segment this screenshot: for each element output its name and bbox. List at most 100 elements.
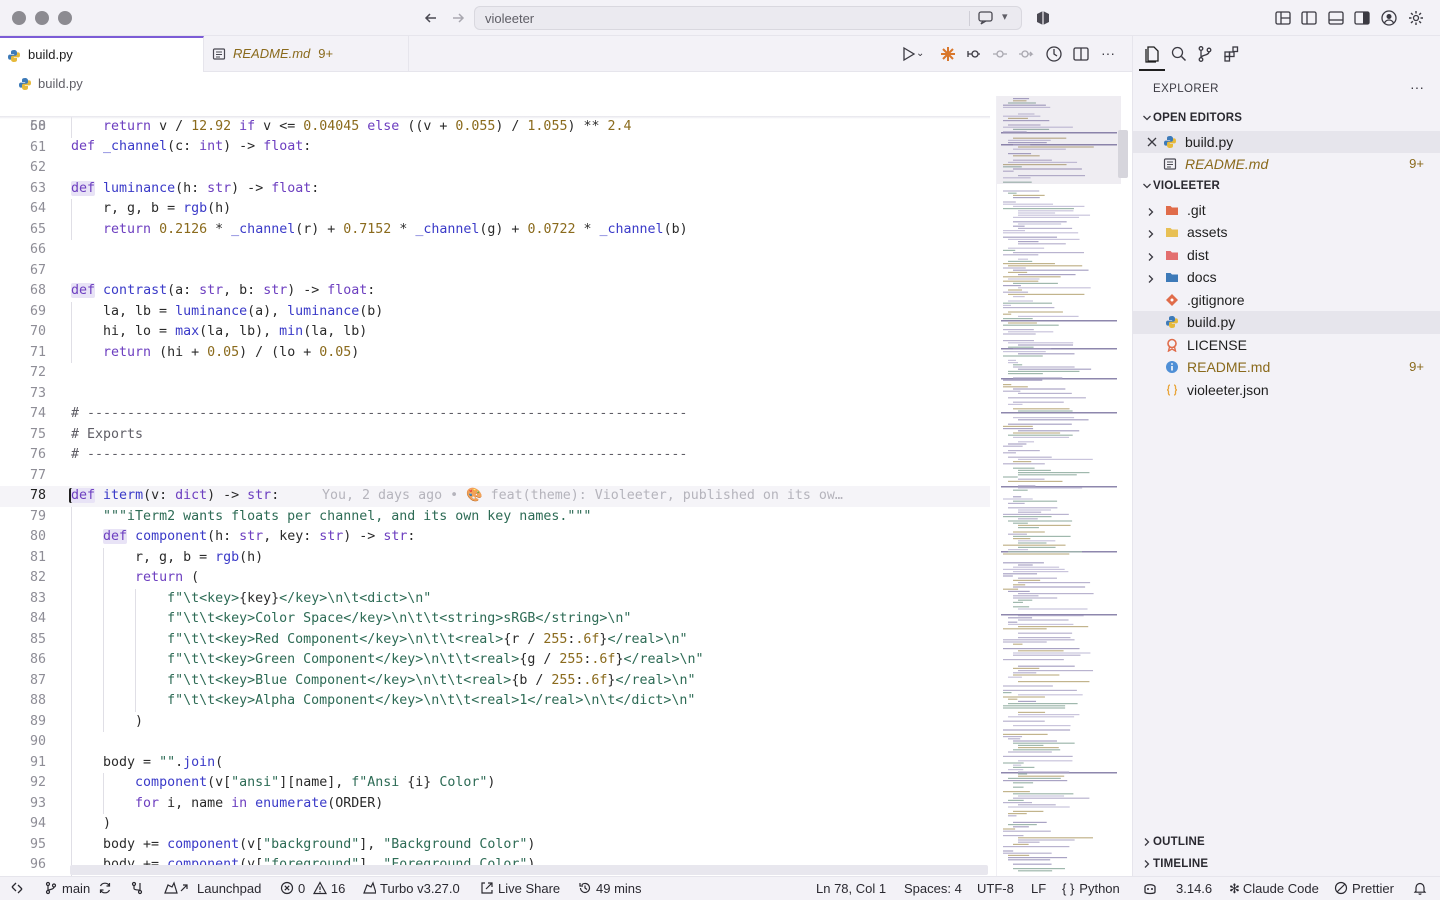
breadcrumb-file[interactable]: build.py	[38, 76, 83, 91]
tree-item-gitignore[interactable]: .gitignore	[1133, 289, 1440, 312]
tree-item-license[interactable]: LICENSE	[1133, 334, 1440, 357]
open-changes-icon[interactable]	[964, 44, 984, 64]
code-line[interactable]: 76 # ------------------------------------…	[0, 445, 990, 466]
code-line[interactable]: 80 def component(h: str, key: str) -> st…	[0, 527, 990, 548]
close-window-button[interactable]	[12, 11, 26, 25]
code-line[interactable]: 90	[0, 732, 990, 753]
code-line-current[interactable]: 78 def iterm(v: dict) -> str: You, 2 days…	[0, 486, 990, 507]
minimap-viewport-slider[interactable]	[997, 96, 1121, 184]
forward-arrow-icon[interactable]	[448, 8, 468, 28]
open-editor-item-readme-md[interactable]: README.md 9+	[1133, 153, 1440, 176]
toggle-panel-icon[interactable]	[1327, 9, 1345, 27]
code-line[interactable]: 68 def contrast(a: str, b: str) -> float:	[0, 281, 990, 302]
copilot-chat-icon[interactable]	[977, 9, 995, 27]
chevron-down-icon[interactable]: ▾	[1002, 10, 1008, 23]
git-graph-button[interactable]	[130, 881, 148, 896]
prettier-status[interactable]: Prettier	[1334, 881, 1394, 896]
explorer-icon[interactable]	[1139, 44, 1165, 71]
code-line[interactable]: 67	[0, 261, 990, 282]
run-python-icon[interactable]	[898, 44, 918, 64]
code-line[interactable]: 74 # ------------------------------------…	[0, 404, 990, 425]
outline-section-header[interactable]: OUTLINE	[1133, 832, 1440, 854]
code-line[interactable]: 84 f"\t\t<key>Color Space</key>\n\t\t<st…	[0, 609, 990, 630]
claude-code-status[interactable]: ✻ Claude Code	[1229, 881, 1319, 897]
tree-item-docs-folder[interactable]: docs	[1133, 266, 1440, 289]
account-icon[interactable]	[1380, 9, 1398, 27]
previous-change-icon[interactable]	[990, 44, 1010, 64]
claude-code-icon[interactable]	[938, 44, 958, 64]
timeline-section-header[interactable]: TIMELINE	[1133, 854, 1440, 876]
problems-status[interactable]: 0 16	[280, 881, 345, 896]
tab-readme-md[interactable]: README.md 9+	[205, 36, 409, 72]
next-change-icon[interactable]	[1016, 44, 1036, 64]
open-editor-item-build-py[interactable]: build.py	[1133, 130, 1440, 153]
code-line[interactable]: 62	[0, 158, 990, 179]
tree-item-dist-folder[interactable]: dist	[1133, 244, 1440, 267]
cursor-position[interactable]: Ln 78, Col 1	[816, 881, 886, 896]
code-line[interactable]: 94 )	[0, 814, 990, 835]
search-icon[interactable]	[1169, 44, 1189, 64]
code-line[interactable]: 64 r, g, b = rgb(h)	[0, 199, 990, 220]
code-editor[interactable]: 58 def _channel(c: int) -> float: 60 ret…	[0, 96, 990, 876]
git-blame-annotation[interactable]: You, 2 days ago • 🎨 feat(theme): Violeet…	[322, 486, 843, 507]
split-editor-icon[interactable]	[1071, 44, 1091, 64]
zoom-window-button[interactable]	[58, 11, 72, 25]
code-line[interactable]: 79 """iTerm2 wants floats per channel, a…	[0, 506, 990, 527]
source-control-icon[interactable]	[1195, 44, 1215, 64]
sync-button[interactable]	[98, 881, 116, 896]
code-line[interactable]: 60 return v / 12.92 if v <= 0.04045 else…	[0, 117, 990, 138]
code-line[interactable]: 89 )	[0, 711, 990, 732]
tree-item-git-folder[interactable]: .git	[1133, 199, 1440, 222]
code-line[interactable]: 77	[0, 466, 990, 487]
extensions-icon[interactable]	[1222, 44, 1242, 64]
tree-item-build-py[interactable]: build.py	[1133, 311, 1440, 334]
language-mode[interactable]: { } Python	[1062, 881, 1120, 896]
code-line[interactable]: 61	[0, 138, 990, 159]
back-arrow-icon[interactable]	[421, 8, 441, 28]
code-line[interactable]: 65 return 0.2126 * _channel(r) + 0.7152 …	[0, 219, 990, 240]
code-line[interactable]: 85 f"\t\t<key>Red Component</key>\n\t\t<…	[0, 629, 990, 650]
code-line[interactable]: 93 for i, name in enumerate(ORDER)	[0, 793, 990, 814]
code-line[interactable]: 88 f"\t\t<key>Alpha Component</key>\n\t\…	[0, 691, 990, 712]
copilot-icon[interactable]	[1034, 9, 1052, 27]
eol-status[interactable]: LF	[1031, 881, 1046, 896]
tree-item-assets-folder[interactable]: assets	[1133, 221, 1440, 244]
code-line[interactable]: 69 la, lb = luminance(a), luminance(b)	[0, 301, 990, 322]
close-icon[interactable]	[1145, 135, 1159, 149]
more-actions-icon[interactable]: ···	[1410, 79, 1424, 95]
code-line[interactable]: 83 f"\t<key>{key}</key>\n\t<dict>\n"	[0, 588, 990, 609]
launchpad-button[interactable]: Launchpad	[163, 881, 261, 896]
settings-gear-icon[interactable]	[1407, 9, 1425, 27]
toggle-primary-sidebar-icon[interactable]	[1300, 9, 1318, 27]
timeline-icon[interactable]	[1044, 44, 1064, 64]
notifications-button[interactable]	[1413, 881, 1431, 896]
code-line[interactable]: 92 component(v["ansi"][name], f"Ansi {i}…	[0, 773, 990, 794]
code-line[interactable]: 81 r, g, b = rgb(h)	[0, 547, 990, 568]
code-line[interactable]: 95 body += component(v["background"], "B…	[0, 834, 990, 855]
tab-build-py[interactable]: build.py	[0, 36, 204, 72]
code-line[interactable]: 71 return (hi + 0.05) / (lo + 0.05)	[0, 342, 990, 363]
code-line[interactable]: 75 # Exports	[0, 425, 990, 446]
time-tracker-status[interactable]: 49 mins	[578, 881, 642, 896]
more-actions-icon[interactable]: ···	[1098, 44, 1118, 64]
customize-layout-icon[interactable]	[1274, 9, 1292, 27]
vertical-scrollbar[interactable]	[1118, 130, 1128, 178]
minimize-window-button[interactable]	[35, 11, 49, 25]
folder-section-header[interactable]: VIOLEETER	[1133, 176, 1440, 198]
code-line[interactable]: 87 f"\t\t<key>Blue Component</key>\n\t\t…	[0, 670, 990, 691]
git-branch-status[interactable]: main	[44, 881, 90, 896]
turbo-status[interactable]: Turbo v3.27.0	[362, 881, 460, 896]
copilot-status[interactable]	[1142, 881, 1162, 898]
code-line[interactable]: 66	[0, 240, 990, 261]
code-line[interactable]: 63 def luminance(h: str) -> float:	[0, 179, 990, 200]
toggle-secondary-sidebar-icon[interactable]	[1353, 9, 1371, 27]
python-version-status[interactable]: 3.14.6	[1176, 881, 1212, 896]
code-line[interactable]: 72	[0, 363, 990, 384]
indentation-status[interactable]: Spaces: 4	[904, 881, 962, 896]
tree-item-violeeter-json[interactable]: violeeter.json	[1133, 379, 1440, 402]
sticky-scroll-line[interactable]: 58 def _channel(c: int) -> float:	[0, 96, 990, 155]
horizontal-scrollbar[interactable]	[70, 865, 988, 875]
code-line[interactable]: 86 f"\t\t<key>Green Component</key>\n\t\…	[0, 650, 990, 671]
code-line[interactable]: 82 return (	[0, 568, 990, 589]
minimap[interactable]	[996, 96, 1121, 876]
